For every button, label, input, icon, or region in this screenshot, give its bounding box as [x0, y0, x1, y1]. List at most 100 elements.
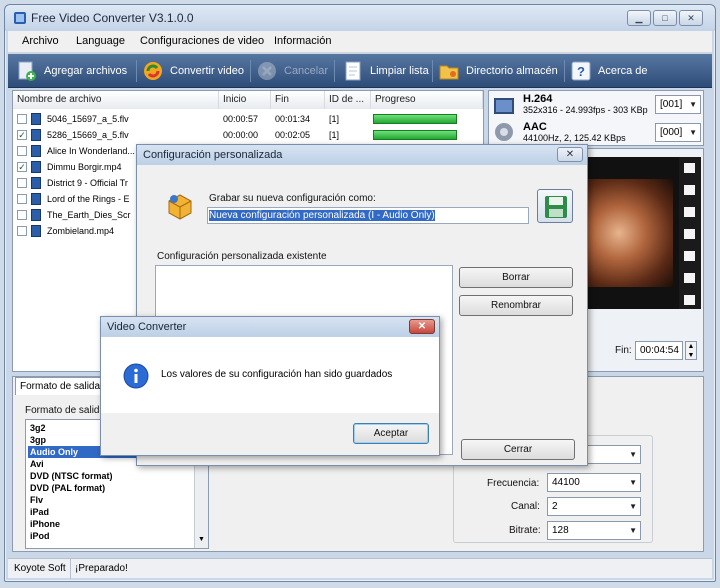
audio-track-select[interactable]: [000] ▼ [655, 123, 701, 142]
close-button[interactable]: Cerrar [461, 439, 575, 460]
storage-directory-button[interactable]: Directorio almacén [438, 57, 566, 85]
save-as-label: Grabar su nueva configuración como: [209, 193, 376, 204]
help-icon: ? [571, 61, 591, 81]
table-row[interactable]: ✓ 5286_15669_a_5.flv 00:00:00 00:02:05 [… [13, 127, 483, 143]
status-state: ¡Preparado! [70, 559, 128, 579]
save-button[interactable] [537, 189, 573, 223]
window-title: Free Video Converter V3.1.0.0 [31, 11, 194, 25]
add-files-button[interactable]: Agregar archivos [16, 57, 134, 85]
bitrate-select[interactable]: 128 ▼ [547, 521, 641, 540]
status-company: Koyote Soft [14, 563, 66, 574]
custom-config-title: Configuración personalizada [137, 145, 587, 165]
frecuencia-select[interactable]: 44100 ▼ [547, 473, 641, 492]
list-item[interactable]: DVD (NTSC format) [28, 470, 194, 482]
column-header-id[interactable]: ID de ... [325, 91, 371, 109]
video-file-icon [31, 161, 41, 173]
menu-informacion[interactable]: Información [274, 35, 331, 47]
ok-button[interactable]: Aceptar [353, 423, 429, 444]
chevron-down-icon: ▼ [629, 450, 637, 459]
canal-select[interactable]: 2 ▼ [547, 497, 641, 516]
column-header-nombre[interactable]: Nombre de archivo [13, 91, 219, 109]
about-button[interactable]: ? Acerca de [570, 57, 660, 85]
column-header-inicio[interactable]: Inicio [219, 91, 271, 109]
end-time: 00:02:05 [275, 130, 311, 140]
audio-details: 44100Hz, 2, 125.42 KBps [523, 133, 626, 143]
video-file-icon [31, 177, 41, 189]
row-checkbox[interactable] [17, 178, 27, 188]
menu-archivo[interactable]: Archivo [22, 35, 59, 47]
file-name: District 9 - Official Tr [47, 178, 128, 188]
delete-button[interactable]: Borrar [459, 267, 573, 288]
menu-bar: Archivo Language Configuraciones de vide… [8, 31, 712, 53]
video-stream-icon [494, 98, 514, 114]
save-disk-icon [545, 196, 567, 218]
message-dialog: Video Converter ✕ Los valores de su conf… [100, 316, 440, 456]
start-time: 00:00:57 [223, 114, 259, 124]
close-icon[interactable]: ✕ [679, 10, 703, 26]
row-checkbox[interactable]: ✓ [17, 130, 27, 140]
tab-formato-de-salida[interactable]: Formato de salida [15, 377, 111, 395]
list-item[interactable]: DVD (PAL format) [28, 482, 194, 494]
fin-spinner[interactable]: ▲ ▼ [685, 341, 697, 360]
convert-video-button[interactable]: Convertir video [142, 57, 248, 85]
maximize-icon[interactable]: □ [653, 10, 677, 26]
message-body: Los valores de su configuración han sido… [101, 337, 439, 413]
table-row[interactable]: 5046_15697_a_5.flv 00:00:57 00:01:34 [1] [13, 111, 483, 127]
output-format-group-label: Formato de salida [25, 405, 106, 416]
chevron-down-icon: ▼ [689, 100, 697, 109]
row-checkbox[interactable] [17, 194, 27, 204]
chevron-down-icon: ▼ [689, 128, 697, 137]
audio-codec: AAC [523, 121, 547, 133]
track-id: [1] [329, 114, 340, 124]
fin-label: Fin: [615, 345, 632, 356]
title-bar: Free Video Converter V3.1.0.0 ▁ □ ✕ [5, 5, 715, 31]
column-header-progreso[interactable]: Progreso [371, 91, 483, 109]
cancel-button[interactable]: Cancelar [256, 57, 336, 85]
progress-bar [373, 130, 457, 140]
menu-language[interactable]: Language [76, 35, 125, 47]
row-checkbox[interactable] [17, 226, 27, 236]
folder-icon [439, 65, 459, 80]
list-item[interactable]: iPad [28, 506, 194, 518]
menu-configuraciones-de-video[interactable]: Configuraciones de video [140, 35, 264, 47]
chevron-down-icon: ▼ [629, 478, 637, 487]
row-checkbox[interactable] [17, 114, 27, 124]
audio-stream-icon [495, 123, 513, 141]
video-file-icon [31, 145, 41, 157]
existing-config-label: Configuración personalizada existente [157, 251, 327, 262]
package-icon [168, 194, 192, 220]
row-checkbox[interactable] [17, 146, 27, 156]
minimize-icon[interactable]: ▁ [627, 10, 651, 26]
row-checkbox[interactable]: ✓ [17, 162, 27, 172]
video-codec: H.264 [523, 93, 553, 105]
list-item[interactable]: Flv [28, 494, 194, 506]
dialog-close-icon[interactable]: ✕ [557, 147, 583, 162]
clear-list-button[interactable]: Limpiar lista [342, 57, 434, 85]
file-name: The_Earth_Dies_Scr [47, 210, 131, 220]
clear-list-icon [345, 61, 361, 81]
message-text: Los valores de su configuración han sido… [161, 369, 393, 380]
fin-time-input[interactable]: 00:04:54 [635, 341, 683, 360]
video-file-icon [31, 193, 41, 205]
svg-text:?: ? [577, 64, 585, 79]
file-name: Dimmu Borgir.mp4 [47, 162, 122, 172]
list-item[interactable]: iPhone [28, 518, 194, 530]
save-as-input[interactable]: Nueva configuración personalizada (I - A… [207, 207, 529, 224]
message-dialog-title: Video Converter [101, 317, 439, 337]
scroll-down-icon: ▼ [198, 536, 205, 543]
chevron-down-icon: ▼ [629, 502, 637, 511]
frecuencia-label: Frecuencia: [487, 478, 540, 489]
video-file-icon [31, 225, 41, 237]
column-header-fin[interactable]: Fin [271, 91, 325, 109]
file-name: 5286_15669_a_5.flv [47, 130, 129, 140]
track-id: [1] [329, 130, 340, 140]
list-item[interactable]: iPod [28, 530, 194, 542]
app-icon [14, 12, 26, 24]
message-close-icon[interactable]: ✕ [409, 319, 435, 334]
video-track-select[interactable]: [001] ▼ [655, 95, 701, 114]
rename-button[interactable]: Renombrar [459, 295, 573, 316]
status-bar: Koyote Soft ¡Preparado! [8, 558, 712, 579]
video-file-icon [31, 113, 41, 125]
file-name: 5046_15697_a_5.flv [47, 114, 129, 124]
row-checkbox[interactable] [17, 210, 27, 220]
